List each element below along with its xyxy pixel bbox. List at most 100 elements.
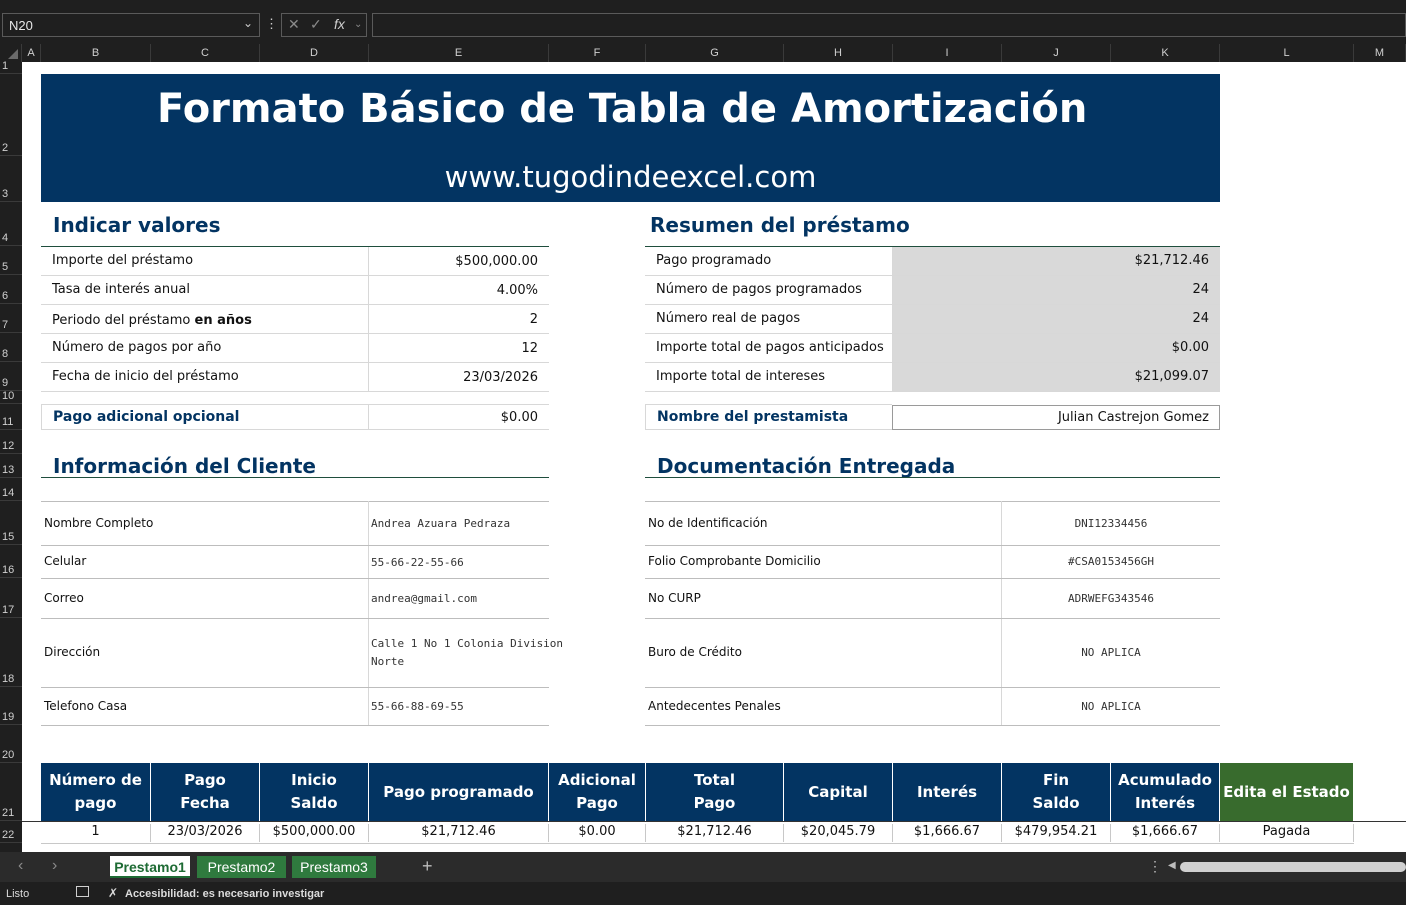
row-header[interactable]: 14 — [0, 478, 22, 501]
col-header-e[interactable]: E — [369, 44, 549, 62]
col-header-j[interactable]: J — [1002, 44, 1111, 62]
col-header-k[interactable]: K — [1111, 44, 1220, 62]
cancel-icon[interactable]: ✕ — [288, 16, 300, 33]
col-header-l[interactable]: L — [1220, 44, 1354, 62]
row-header[interactable]: 9 — [0, 362, 22, 391]
row-header[interactable]: 6 — [0, 275, 22, 304]
formula-input[interactable] — [372, 13, 1406, 37]
table-cell[interactable]: $479,954.21 — [1002, 824, 1111, 842]
add-sheet-icon[interactable]: + — [422, 856, 433, 877]
divider — [22, 821, 1406, 822]
col-header-d[interactable]: D — [260, 44, 369, 62]
col-header-g[interactable]: G — [646, 44, 784, 62]
row-header[interactable]: 11 — [0, 404, 22, 430]
col-header-a[interactable]: A — [22, 44, 41, 62]
row-header[interactable]: 13 — [0, 454, 22, 478]
table-cell[interactable]: $1,666.67 — [893, 824, 1002, 842]
doc-label: No de Identificación — [648, 516, 768, 530]
row-header[interactable]: 22 — [0, 821, 22, 843]
table-cell[interactable]: 1 — [41, 824, 151, 842]
row-header[interactable]: 10 — [0, 390, 22, 404]
more-icon[interactable]: ⋮ — [1148, 858, 1162, 875]
next-sheet-icon[interactable]: › — [52, 857, 57, 875]
status-cell[interactable]: Pagada — [1220, 824, 1354, 842]
row-header[interactable]: 12 — [0, 430, 22, 454]
chevron-down-icon[interactable]: ⌄ — [354, 19, 362, 30]
client-value[interactable]: Andrea Azuara Pedraza — [371, 517, 510, 530]
input-value[interactable]: 12 — [380, 341, 538, 356]
row-header[interactable]: 8 — [0, 333, 22, 362]
col-header-f[interactable]: F — [549, 44, 646, 62]
chevron-down-icon[interactable]: ⌄ — [243, 16, 253, 30]
table-cell[interactable]: $21,712.46 — [369, 824, 549, 842]
input-value[interactable]: 23/03/2026 — [380, 370, 538, 385]
table-cell[interactable]: 23/03/2026 — [151, 824, 260, 842]
confirm-icon[interactable]: ✓ — [310, 16, 322, 33]
sheet-tab-prestamo3[interactable]: Prestamo3 — [292, 856, 376, 878]
divider — [645, 687, 1220, 688]
client-value[interactable]: Calle 1 No 1 Colonia Division — [371, 637, 563, 650]
input-value[interactable]: $500,000.00 — [380, 254, 538, 269]
input-value[interactable]: 4.00% — [380, 283, 538, 298]
doc-value[interactable]: NO APLICA — [1002, 700, 1220, 713]
sheet-tab-prestamo1[interactable]: Prestamo1 — [110, 856, 190, 878]
table-cell[interactable]: $500,000.00 — [260, 824, 369, 842]
row-header[interactable]: 2 — [0, 74, 22, 156]
table-header-cell: Interés — [893, 763, 1002, 821]
doc-label: Antedecentes Penales — [648, 699, 781, 713]
accessibility-status[interactable]: Accesibilidad: es necesario investigar — [125, 888, 324, 900]
row-header[interactable]: 1 — [0, 60, 22, 74]
function-icon[interactable]: fx — [334, 16, 345, 32]
col-header-m[interactable]: M — [1354, 44, 1406, 62]
more-icon[interactable]: ⋮ — [265, 16, 278, 32]
lender-value[interactable]: Julian Castrejon Gomez — [900, 410, 1209, 425]
scroll-left-icon[interactable]: ◀ — [1168, 860, 1176, 871]
divider — [1001, 501, 1002, 725]
divider — [645, 545, 1220, 546]
row-header[interactable]: 20 — [0, 725, 22, 763]
divider — [41, 275, 549, 276]
row-header[interactable]: 16 — [0, 545, 22, 578]
doc-value[interactable]: #CSA0153456GH — [1002, 555, 1220, 568]
divider — [645, 275, 1220, 276]
summary-value: $21,099.07 — [1134, 369, 1209, 384]
row-header[interactable]: 15 — [0, 501, 22, 545]
summary-value: $0.00 — [1171, 340, 1209, 355]
row-header[interactable]: 3 — [0, 156, 22, 202]
table-cell[interactable]: $20,045.79 — [784, 824, 893, 842]
prev-sheet-icon[interactable]: ‹ — [18, 857, 23, 875]
row-header[interactable]: 17 — [0, 578, 22, 618]
name-box[interactable]: N20 ⌄ — [2, 13, 260, 37]
col-header-h[interactable]: H — [784, 44, 893, 62]
doc-value[interactable]: ADRWEFG343546 — [1002, 592, 1220, 605]
row-header[interactable]: 18 — [0, 618, 22, 687]
row-header[interactable]: 4 — [0, 202, 22, 246]
col-header-c[interactable]: C — [151, 44, 260, 62]
summary-label: Pago programado — [656, 253, 772, 268]
accessibility-icon[interactable]: ✗ — [108, 886, 118, 900]
doc-value[interactable]: NO APLICA — [1002, 646, 1220, 659]
row-header[interactable]: 7 — [0, 304, 22, 333]
macro-icon[interactable] — [76, 886, 89, 897]
table-cell[interactable]: $1,666.67 — [1111, 824, 1220, 842]
horizontal-scrollbar[interactable] — [1180, 862, 1406, 872]
summary-title: Resumen del préstamo — [650, 213, 910, 237]
client-value[interactable]: 55-66-22-55-66 — [371, 556, 464, 569]
table-cell[interactable]: $21,712.46 — [646, 824, 784, 842]
row-header[interactable]: 19 — [0, 687, 22, 725]
col-header-i[interactable]: I — [893, 44, 1002, 62]
row-header[interactable]: 5 — [0, 246, 22, 275]
extra-payment-value[interactable]: $0.00 — [380, 410, 538, 425]
col-header-b[interactable]: B — [41, 44, 151, 62]
client-value[interactable]: 55-66-88-69-55 — [371, 700, 464, 713]
client-value-line2[interactable]: Norte — [371, 655, 404, 668]
doc-value[interactable]: DNI12334456 — [1002, 517, 1220, 530]
sheet-tab-prestamo2[interactable]: Prestamo2 — [197, 856, 286, 878]
divider — [41, 687, 549, 688]
input-value[interactable]: 2 — [380, 312, 538, 327]
client-value[interactable]: andrea@gmail.com — [371, 592, 477, 605]
table-cell[interactable]: $0.00 — [549, 824, 646, 842]
divider — [41, 545, 549, 546]
row-header[interactable]: 21 — [0, 763, 22, 821]
formula-buttons: ✕ ✓ fx ⌄ — [281, 13, 367, 37]
